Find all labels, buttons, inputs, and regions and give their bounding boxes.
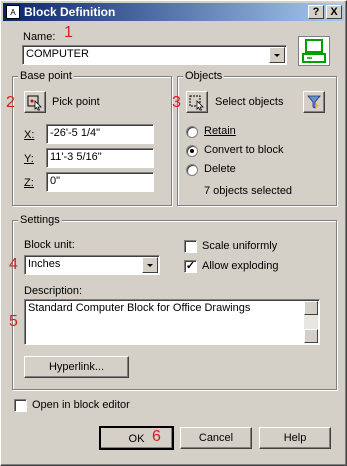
allow-exploding-label: Allow exploding (202, 260, 279, 272)
pick-point-button[interactable] (24, 91, 46, 113)
quick-select-button[interactable] (303, 91, 325, 113)
retain-radio[interactable] (186, 126, 198, 138)
callout-4: 4 (9, 256, 18, 273)
callout-6: 6 (152, 428, 161, 445)
select-objects-label: Select objects (215, 96, 284, 108)
description-scrollbar[interactable] (304, 301, 318, 343)
delete-radio[interactable] (186, 164, 198, 176)
name-label: Name: (23, 31, 56, 43)
description-value: Standard Computer Block for Office Drawi… (28, 302, 251, 314)
name-combobox[interactable]: COMPUTER (22, 45, 287, 65)
pick-point-icon (27, 95, 42, 111)
ok-button[interactable]: OK (99, 426, 174, 450)
scroll-down-button[interactable] (304, 329, 318, 343)
x-coordinate-input[interactable]: -26'-5 1/4" (46, 124, 154, 144)
scale-uniformly-checkbox[interactable] (184, 240, 197, 253)
block-unit-label: Block unit: (24, 239, 75, 251)
dialog-app-icon: A (6, 5, 20, 19)
x-label: X: (24, 129, 35, 141)
allow-exploding-checkbox[interactable]: ✓ (184, 260, 197, 273)
cancel-button[interactable]: Cancel (180, 427, 252, 449)
name-value: COMPUTER (26, 48, 89, 60)
select-objects-icon (189, 95, 204, 111)
open-in-editor-label: Open in block editor (32, 399, 130, 411)
callout-2: 2 (6, 94, 15, 111)
quick-select-icon (307, 95, 321, 109)
delete-label: Delete (204, 163, 236, 175)
convert-to-block-label: Convert to block (204, 144, 284, 156)
retain-label: Retain (204, 125, 236, 137)
callout-5: 5 (9, 313, 18, 330)
scroll-up-button[interactable] (304, 301, 318, 315)
settings-group-label: Settings (18, 214, 62, 226)
block-unit-select[interactable]: Inches (24, 255, 160, 275)
pick-point-label: Pick point (52, 96, 100, 108)
y-label: Y: (24, 153, 34, 165)
hyperlink-button[interactable]: Hyperlink... (24, 356, 129, 378)
base-point-group-label: Base point (18, 70, 74, 82)
y-coordinate-input[interactable]: 11'-3 5/16" (46, 148, 154, 168)
help-button[interactable]: Help (259, 427, 331, 449)
objects-selected-status: 7 objects selected (204, 185, 293, 197)
title-bar[interactable]: A Block Definition ? X (3, 3, 344, 21)
z-label: Z: (24, 177, 34, 189)
help-title-button[interactable]: ? (308, 5, 324, 19)
block-unit-value: Inches (28, 258, 61, 270)
objects-group-label: Objects (183, 70, 225, 82)
z-coordinate-input[interactable]: 0" (46, 172, 154, 192)
convert-to-block-radio[interactable] (186, 145, 198, 157)
block-preview-icon (298, 36, 330, 66)
scale-uniformly-label: Scale uniformly (202, 240, 278, 252)
description-textarea[interactable]: Standard Computer Block for Office Drawi… (24, 299, 320, 345)
close-button[interactable]: X (326, 5, 342, 19)
callout-1: 1 (64, 24, 73, 41)
callout-3: 3 (172, 94, 181, 111)
open-in-editor-checkbox[interactable] (14, 399, 27, 412)
description-label: Description: (24, 285, 83, 297)
select-objects-button[interactable] (186, 91, 208, 113)
chevron-down-icon[interactable] (269, 47, 285, 63)
window-title: Block Definition (24, 5, 116, 19)
chevron-down-icon[interactable] (142, 257, 158, 273)
